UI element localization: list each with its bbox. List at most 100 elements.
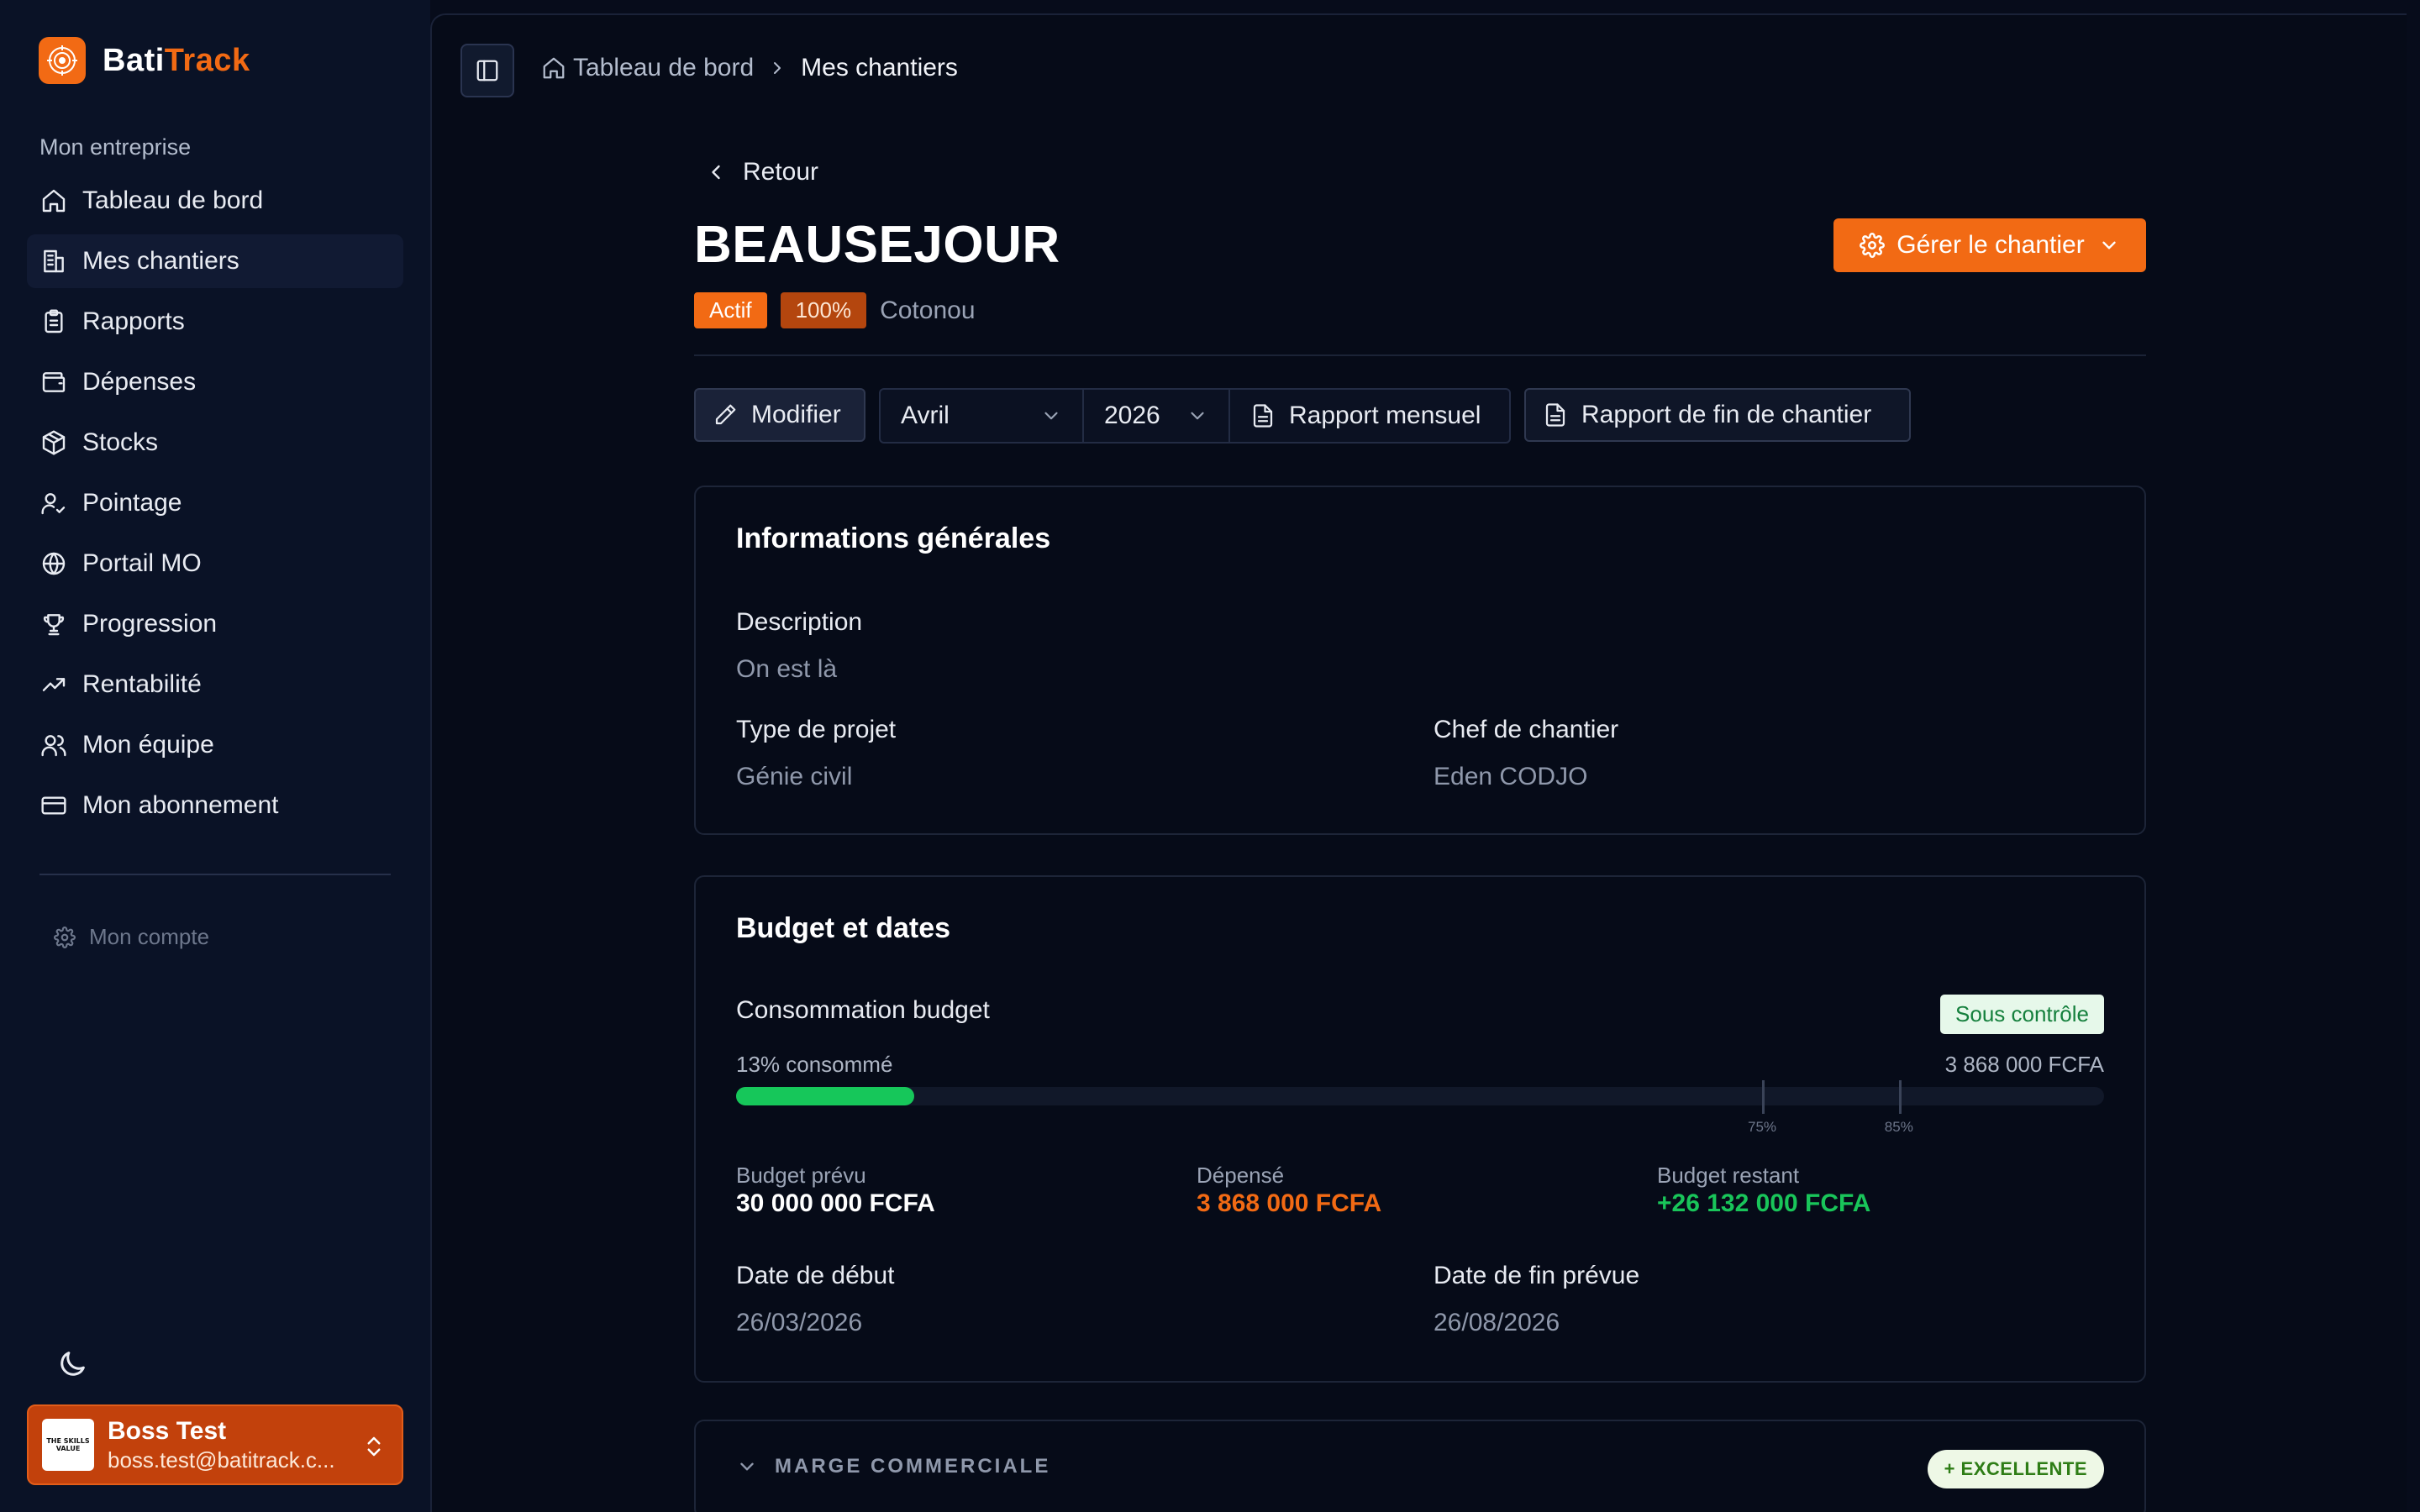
- budget-dates-title: Budget et dates: [736, 912, 951, 944]
- brand[interactable]: BatiTrack: [39, 37, 250, 84]
- budget-status-badge: Sous contrôle: [1940, 995, 2104, 1034]
- spent-label: Dépensé: [1197, 1163, 1285, 1188]
- general-info-card: Informations générales Description On es…: [694, 486, 2146, 835]
- modify-button[interactable]: Modifier: [694, 388, 865, 442]
- planned-budget-label: Budget prévu: [736, 1163, 866, 1188]
- chevron-down-icon: [740, 1462, 754, 1471]
- avatar: THE SKILLS VALUE: [42, 1419, 94, 1471]
- end-report-button[interactable]: Rapport de fin de chantier: [1524, 388, 1911, 442]
- theme-toggle-button[interactable]: [55, 1347, 89, 1381]
- user-name: Boss Test: [108, 1416, 227, 1445]
- sidebar-item-label: Rapports: [82, 307, 185, 335]
- month-select-value: Avril: [901, 402, 950, 429]
- users-icon: [40, 732, 67, 759]
- panel-left-icon: [476, 60, 498, 81]
- sidebar-item-stocks[interactable]: Stocks: [27, 416, 403, 470]
- chevron-right-icon: [774, 62, 781, 74]
- user-menu-button[interactable]: THE SKILLS VALUE Boss Test boss.test@bat…: [27, 1404, 403, 1485]
- brand-name-part2: Track: [164, 42, 250, 78]
- sidebar-toggle-button[interactable]: [460, 44, 514, 97]
- sidebar: BatiTrack Mon entreprise Tableau de bord…: [0, 0, 430, 1512]
- commercial-margin-card[interactable]: MARGE COMMERCIALE + EXCELLENTE: [694, 1420, 2146, 1512]
- file-text-icon: [1253, 404, 1273, 428]
- sidebar-nav: Tableau de bord Mes chantiers Rapports D…: [27, 174, 403, 839]
- budget-consumed-label: 13% consommé: [736, 1052, 893, 1077]
- progress-badge: 100%: [780, 292, 867, 328]
- breadcrumb-current: Mes chantiers: [801, 54, 958, 81]
- account-link[interactable]: Mon compte: [54, 924, 209, 950]
- back-button-label: Retour: [743, 158, 819, 186]
- wallet-icon: [40, 369, 67, 396]
- general-info-title: Informations générales: [736, 522, 1051, 554]
- end-date-value: 26/08/2026: [1434, 1309, 1560, 1336]
- chevron-left-icon: [712, 165, 720, 180]
- trophy-icon: [40, 611, 67, 638]
- report-period-group: Avril 2026 Rapport mensuel: [879, 388, 1511, 444]
- back-button[interactable]: Retour: [704, 158, 818, 186]
- site-manager-value: Eden CODJO: [1434, 763, 1588, 790]
- trending-up-icon: [40, 671, 67, 698]
- start-date-value: 26/03/2026: [736, 1309, 863, 1336]
- header-divider: [694, 354, 2146, 356]
- user-email: boss.test@batitrack.c...: [108, 1446, 335, 1473]
- sidebar-item-progression[interactable]: Progression: [27, 597, 403, 651]
- sidebar-item-label: Rentabilité: [82, 670, 202, 698]
- sidebar-item-label: Stocks: [82, 428, 159, 456]
- moon-icon: [60, 1352, 85, 1376]
- sidebar-item-tableau-de-bord[interactable]: Tableau de bord: [27, 174, 403, 228]
- commercial-margin-toggle[interactable]: MARGE COMMERCIALE: [736, 1455, 1050, 1478]
- chevron-down-icon: [1044, 412, 1058, 420]
- budget-progress-fill: [736, 1087, 914, 1105]
- sidebar-item-label: Pointage: [82, 489, 182, 517]
- sidebar-item-mon-abonnement[interactable]: Mon abonnement: [27, 779, 403, 832]
- sidebar-item-mes-chantiers[interactable]: Mes chantiers: [27, 234, 403, 288]
- chevrons-up-down-icon: [367, 1436, 381, 1457]
- avatar-text: THE SKILLS VALUE: [46, 1437, 90, 1452]
- box-icon: [40, 429, 67, 456]
- sidebar-item-pointage[interactable]: Pointage: [27, 476, 403, 530]
- monthly-report-label: Rapport mensuel: [1289, 402, 1481, 429]
- threshold-marker-85: [1898, 1080, 1902, 1114]
- pencil-icon: [715, 404, 736, 425]
- page-title: BEAUSEJOUR: [694, 216, 1060, 274]
- project-city: Cotonou: [880, 296, 976, 324]
- monthly-report-button[interactable]: Rapport mensuel: [1230, 390, 1501, 442]
- gear-icon: [1860, 233, 1886, 258]
- year-select[interactable]: 2026: [1084, 390, 1230, 442]
- project-type-label: Type de projet: [736, 716, 897, 743]
- site-manager-label: Chef de chantier: [1434, 716, 1619, 743]
- remaining-budget-label: Budget restant: [1657, 1163, 1800, 1188]
- globe-icon: [40, 550, 67, 577]
- manage-project-button[interactable]: Gérer le chantier: [1833, 218, 2146, 272]
- gear-icon: [54, 926, 76, 948]
- sidebar-item-label: Mes chantiers: [82, 247, 239, 275]
- chevron-down-icon: [2102, 241, 2116, 249]
- sidebar-item-portail-mo[interactable]: Portail MO: [27, 537, 403, 591]
- budget-consumption-label: Consommation budget: [736, 996, 990, 1024]
- main-panel: Tableau de bord Mes chantiers Retour BEA…: [430, 13, 2407, 1512]
- project-type-value: Génie civil: [736, 763, 853, 790]
- sidebar-item-rentabilite[interactable]: Rentabilité: [27, 658, 403, 711]
- end-date-label: Date de fin prévue: [1434, 1262, 1640, 1289]
- year-select-value: 2026: [1104, 402, 1160, 429]
- planned-budget-value: 30 000 000 FCFA: [736, 1189, 935, 1217]
- sidebar-item-label: Portail MO: [82, 549, 202, 577]
- breadcrumb-home-link[interactable]: Tableau de bord: [573, 54, 754, 82]
- budget-progress-bar: 75% 85%: [736, 1080, 2104, 1135]
- user-check-icon: [40, 490, 67, 517]
- sidebar-item-mon-equipe[interactable]: Mon équipe: [27, 718, 403, 772]
- status-badge: Actif: [694, 292, 767, 328]
- margin-rating-badge: + EXCELLENTE: [1927, 1450, 2104, 1488]
- month-select[interactable]: Avril: [881, 390, 1084, 442]
- clipboard-icon: [40, 308, 67, 335]
- brand-logo-icon: [39, 37, 86, 84]
- sidebar-item-depenses[interactable]: Dépenses: [27, 355, 403, 409]
- sidebar-section-label: Mon entreprise: [39, 134, 192, 160]
- credit-card-icon: [40, 792, 67, 819]
- threshold-label-85: 85%: [1884, 1119, 1913, 1135]
- description-value: On est là: [736, 655, 838, 683]
- project-badges: Actif 100% Cotonou: [694, 292, 976, 328]
- spent-value: 3 868 000 FCFA: [1197, 1189, 1382, 1217]
- file-text-icon: [1545, 403, 1565, 427]
- sidebar-item-rapports[interactable]: Rapports: [27, 295, 403, 349]
